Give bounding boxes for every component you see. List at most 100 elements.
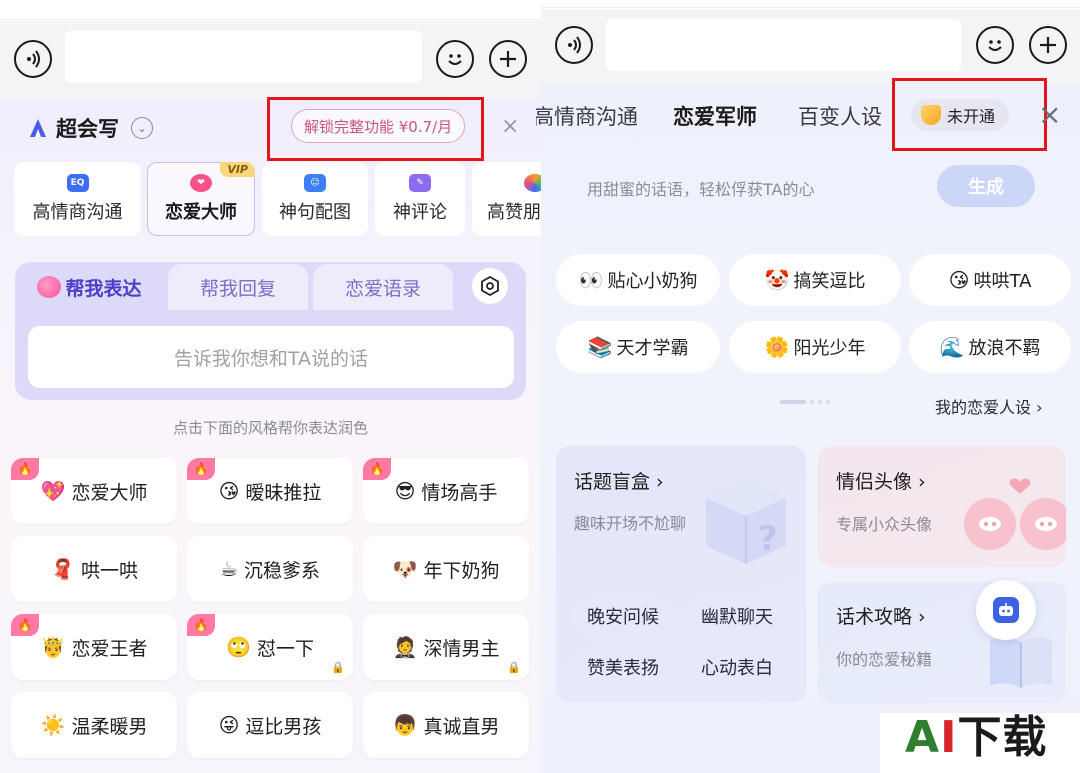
persona-sweet-puppy[interactable]: 👀 贴心小奶狗 [556,254,720,306]
page-dot [826,400,830,404]
persona-sunny-boy[interactable]: 🌼 阳光少年 [729,321,901,373]
tab-help-me-express[interactable]: 帮我表达 [15,264,164,310]
style-label: 暧昧推拉 [245,481,322,504]
persona-funny-joker[interactable]: 🤡 搞笑逗比 [729,254,901,306]
topic-blind-box-title[interactable]: 话题盲盒 › [574,467,664,494]
tab-label: 恋爱军师 [673,105,757,129]
message-input[interactable]: 告诉我你想和TA说的话 [28,326,514,388]
close-icon[interactable]: × [501,116,519,138]
sparkling-heart-icon: 💖 [40,479,66,503]
style-flirt-push-pull-button[interactable]: 🔥 😘 暧昧推拉 [187,458,353,524]
style-love-king-button[interactable]: 🔥 🤴 恋爱王者 [11,614,177,680]
category-popular-moments[interactable]: 高赞朋 [472,162,541,236]
style-coax-button[interactable]: 🧣 哄一哄 [11,536,177,602]
style-younger-puppy-button[interactable]: 🐶 年下奶狗 [363,536,529,602]
watermark-letter-a: A [905,712,941,763]
voice-icon[interactable] [14,40,52,78]
persona-label: 天才学霸 [616,338,689,359]
sun-icon: ☀️ [40,713,66,737]
couple-avatar-card[interactable] [818,446,1066,567]
plus-icon[interactable] [489,40,527,78]
topic-chip-humor[interactable]: 幽默聊天 [684,596,790,636]
style-love-master-button[interactable]: 🔥 💖 恋爱大师 [11,458,177,524]
settings-icon[interactable] [472,268,508,304]
couple-avatar-subtitle: 专属小众头像 [836,515,933,534]
hot-icon: 🔥 [187,458,215,480]
chat-text-field[interactable] [606,19,961,71]
style-funny-boy-button[interactable]: 😜 逗比男孩 [187,692,353,758]
tab-label: 帮我回复 [199,277,276,300]
love-message-input[interactable]: 用甜蜜的话语，轻松俘获TA的心 [587,176,814,200]
chat-text-field[interactable] [65,31,422,83]
hot-icon: 🔥 [187,614,215,636]
tab-label: 帮我表达 [65,277,142,300]
emoji-icon[interactable] [976,26,1014,64]
coffee-icon: ☕ [220,557,238,581]
clown-face-icon: 🤡 [764,268,790,292]
persona-label: 阳光少年 [793,338,866,359]
style-label: 情场高手 [421,481,498,504]
tab-help-me-reply[interactable]: 帮我回复 [168,264,308,310]
emoji-icon[interactable] [436,40,474,78]
persona-free-spirit[interactable]: 🌊 放浪不羁 [909,321,1071,373]
couple-avatar-title[interactable]: 情侣头像 › [836,467,926,494]
style-hint: 点击下面的风格帮你表达润色 [172,419,368,437]
boy-face-icon: 👦 [392,713,418,737]
topic-chip-praise[interactable]: 赞美表扬 [571,647,675,687]
persona-label: 搞笑逗比 [793,271,866,292]
voice-icon[interactable] [555,26,593,64]
category-label: 神评论 [393,202,447,223]
page-dot-active [780,400,806,404]
image-caption-icon: ☺ [304,174,326,192]
topic-chip-goodnight[interactable]: 晚安问候 [571,596,675,636]
persona-label: 贴心小奶狗 [607,271,698,292]
generate-button[interactable]: 生成 [937,165,1035,207]
style-gentle-warm-button[interactable]: ☀️ 温柔暖男 [11,692,177,758]
tab-persona-change[interactable]: 百变人设 [798,101,882,131]
tongue-wink-face-icon: 😜 [218,713,240,737]
plus-icon[interactable] [1029,26,1067,64]
category-comments[interactable]: ✎ 神评论 [375,162,465,236]
category-eq-communication[interactable]: EQ 高情商沟通 [14,162,141,236]
brand-header[interactable]: 超会写 ⌄ [28,113,153,143]
tab-love-quotes[interactable]: 恋爱语录 [313,264,453,310]
category-label: 神句配图 [279,202,351,223]
style-devoted-hero-button[interactable]: 🤵 深情男主 🔒 [363,614,529,680]
eq-icon: EQ [66,174,89,192]
page-indicator [780,400,830,404]
left-panel: 超会写 ⌄ 解锁完整功能 ¥0.7/月 × EQ 高情商沟通 ❤ 恋爱大师 VI… [0,0,541,773]
chat-input-bar [0,21,541,99]
category-label: 高赞朋 [487,202,541,223]
persona-coax-ta[interactable]: 😘 哄哄TA [909,254,1071,306]
tab-label: 百变人设 [798,105,882,129]
style-label: 年下奶狗 [423,559,500,582]
style-label: 真诚直男 [423,715,500,738]
category-quote-images[interactable]: ☺ 神句配图 [262,162,368,236]
close-icon[interactable]: × [1038,101,1061,129]
persona-genius-scholar[interactable]: 📚 天才学霸 [556,321,720,373]
books-icon: 📚 [587,335,613,359]
chevron-down-icon[interactable]: ⌄ [131,117,153,139]
assistant-bot-button[interactable] [976,580,1036,640]
robot-icon [993,597,1019,623]
chat-input-bar [541,9,1080,83]
lock-icon: 🔒 [507,661,521,674]
style-label: 深情男主 [423,637,500,660]
eye-roll-face-icon: 🙄 [226,635,251,659]
tactics-guide-title[interactable]: 话术攻略 › [836,602,926,629]
tab-eq-communication[interactable]: 高情商沟通 [536,101,638,131]
dog-face-icon: 🐶 [392,557,418,581]
style-dating-pro-button[interactable]: 🔥 😎 情场高手 [363,458,529,524]
style-talk-back-button[interactable]: 🔥 🙄 怼一下 🔒 [187,614,353,680]
style-sincere-guy-button[interactable]: 👦 真诚直男 [363,692,529,758]
topic-chip-confession[interactable]: 心动表白 [684,647,790,687]
persona-label: 放浪不羁 [968,338,1041,359]
category-love-master[interactable]: ❤ 恋爱大师 VIP [147,162,255,236]
tab-love-advisor[interactable]: 恋爱军师 [673,101,757,131]
style-steady-daddy-button[interactable]: ☕ 沉稳爹系 [187,536,353,602]
top-spacer [0,0,541,20]
watermark-logo: AI下载 [905,716,1047,760]
style-label: 温柔暖男 [71,715,148,738]
my-love-persona-link[interactable]: 我的恋爱人设 › [935,394,1043,418]
top-spacer [541,0,1080,8]
